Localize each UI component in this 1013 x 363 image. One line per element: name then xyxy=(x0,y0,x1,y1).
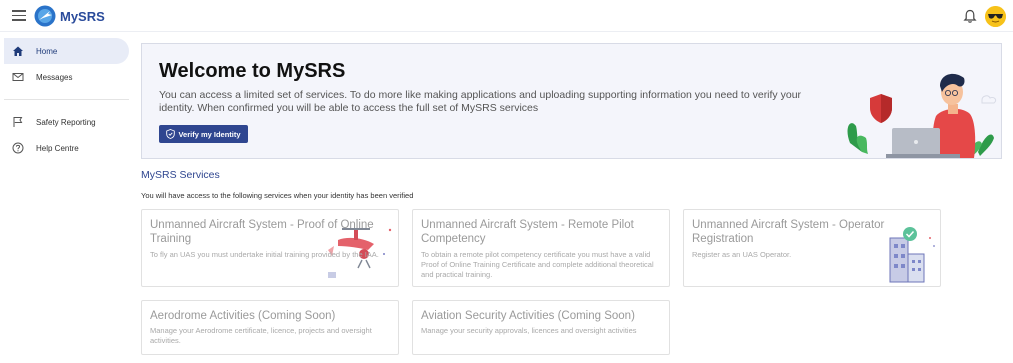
service-card-title: Unmanned Aircraft System - Proof of Onli… xyxy=(150,219,374,245)
service-card-aerodrome-activities[interactable]: Aerodrome Activities (Coming Soon) Manag… xyxy=(141,300,399,355)
service-card-description: Manage your Aerodrome certificate, licen… xyxy=(150,326,372,345)
service-card-title: Aviation Security Activities (Coming Soo… xyxy=(421,310,635,322)
flag-icon xyxy=(13,117,23,127)
menu-icon[interactable] xyxy=(12,10,26,22)
sidebar-nav: Home Messages Safety Reporting Help Cent… xyxy=(0,38,134,161)
sidebar-item-messages[interactable]: Messages xyxy=(4,64,129,90)
welcome-message: You can access a limited set of services… xyxy=(159,89,802,114)
help-icon xyxy=(12,142,24,154)
service-card-description: Register as an UAS Operator. xyxy=(692,250,792,259)
sidebar-item-label: Help Centre xyxy=(36,143,79,153)
sidebar-item-help-centre[interactable]: Help Centre xyxy=(4,135,129,161)
sidebar-item-label: Messages xyxy=(36,72,73,82)
welcome-title: Welcome to MySRS xyxy=(159,60,346,82)
logo-icon[interactable] xyxy=(34,5,56,27)
sunglasses-face-icon xyxy=(985,6,1006,27)
home-icon xyxy=(13,46,23,56)
sidebar-item-home[interactable]: Home xyxy=(4,38,129,64)
welcome-banner: Welcome to MySRS You can access a limite… xyxy=(141,43,1002,159)
service-card-proof-of-online-training[interactable]: Unmanned Aircraft System - Proof of Onli… xyxy=(141,209,399,287)
person-at-laptop-illustration xyxy=(847,73,997,158)
bell-icon[interactable] xyxy=(963,9,977,24)
verify-identity-button[interactable]: Verify my Identity xyxy=(159,125,248,143)
service-card-description: To obtain a remote pilot competency cert… xyxy=(421,250,654,279)
mail-icon xyxy=(12,73,24,81)
service-card-description: Manage your security approvals, licences… xyxy=(421,326,637,335)
service-card-title: Unmanned Aircraft System - Remote Pilot … xyxy=(421,219,634,245)
app-title[interactable]: MySRS xyxy=(60,9,105,24)
sidebar-item-safety-reporting[interactable]: Safety Reporting xyxy=(4,109,129,135)
sidebar-divider xyxy=(4,99,129,100)
sidebar-item-label: Home xyxy=(36,46,58,56)
service-card-title: Aerodrome Activities (Coming Soon) xyxy=(150,310,336,322)
avatar[interactable] xyxy=(985,6,1006,27)
services-subtitle: You will have access to the following se… xyxy=(141,191,414,200)
service-card-remote-pilot-competency[interactable]: Unmanned Aircraft System - Remote Pilot … xyxy=(412,209,670,287)
service-card-description: To fly an UAS you must undertake initial… xyxy=(150,250,379,259)
sidebar-item-label: Safety Reporting xyxy=(36,117,96,127)
verify-identity-label: Verify my Identity xyxy=(178,129,241,139)
service-card-operator-registration[interactable]: Unmanned Aircraft System - Operator Regi… xyxy=(683,209,941,287)
service-card-aviation-security-activities[interactable]: Aviation Security Activities (Coming Soo… xyxy=(412,300,670,355)
services-heading: MySRS Services xyxy=(141,169,220,181)
top-bar: MySRS xyxy=(0,0,1013,32)
shield-check-icon xyxy=(166,129,176,139)
service-card-title: Unmanned Aircraft System - Operator Regi… xyxy=(692,219,885,245)
